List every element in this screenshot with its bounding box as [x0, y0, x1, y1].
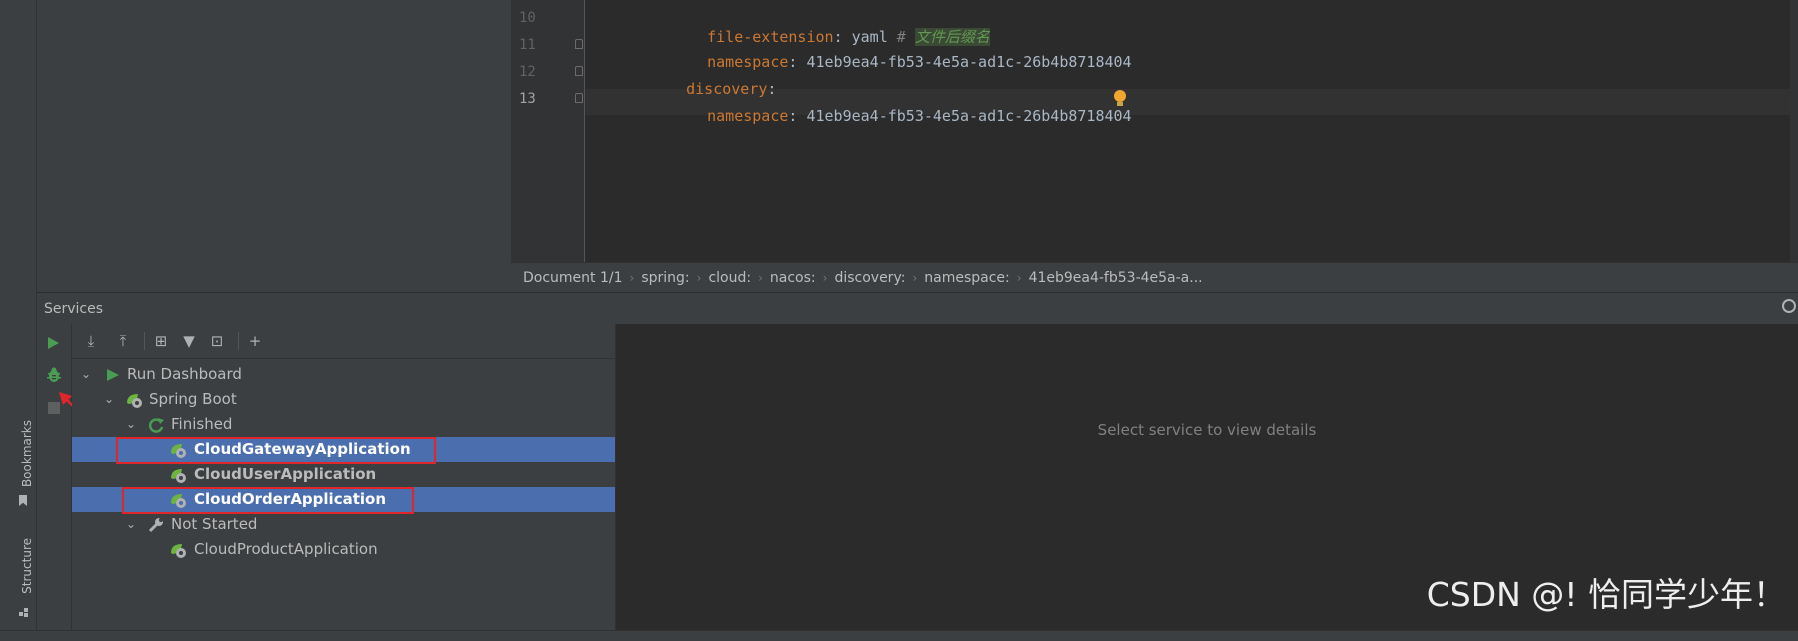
tree-item-not-started[interactable]: ⌄ Not Started — [72, 512, 615, 537]
editor-gutter: 10 11 12 13 — [511, 0, 585, 262]
editor-scrollbar[interactable] — [1790, 0, 1798, 262]
chevron-down-icon[interactable]: ⌄ — [103, 393, 115, 405]
services-tree-panel: ⤓ ⤒ ⊞ ▼ ⊡ + ⌄ Run Dashboard ⌄ Spring Boo… — [72, 324, 616, 630]
breadcrumb-item[interactable]: Document 1/1 — [511, 270, 630, 286]
breadcrumb: Document 1/1 › spring: › cloud: › nacos: › d… — [511, 262, 1798, 293]
breadcrumb-item[interactable]: discovery: — [827, 270, 912, 286]
tool-window-strip: Bookmarks Structure — [9, 0, 37, 640]
run-icon[interactable] — [48, 337, 59, 349]
tree-item-cloud-product[interactable]: CloudProductApplication — [72, 537, 615, 562]
tree-item-cloud-user[interactable]: CloudUserApplication — [72, 462, 615, 487]
line-number: 13 — [519, 91, 536, 107]
add-service-icon[interactable]: + — [246, 332, 264, 350]
structure-icon — [19, 608, 28, 617]
tree-item-spring-boot[interactable]: ⌄ Spring Boot — [72, 387, 615, 412]
annotation-highlight-box — [116, 437, 436, 464]
rerun-icon — [147, 416, 165, 434]
fold-marker-icon[interactable] — [575, 39, 583, 49]
breadcrumb-item[interactable]: namespace: — [917, 270, 1017, 286]
spring-boot-icon — [125, 391, 143, 409]
collapse-all-icon[interactable]: ⤒ — [114, 332, 132, 350]
watermark: CSDN @! 恰同学少年！ — [1426, 575, 1786, 614]
services-action-column — [37, 324, 102, 630]
debug-icon[interactable] — [46, 367, 62, 383]
structure-tab-label: Structure — [20, 538, 34, 594]
tree-item-label: CloudProductApplication — [194, 540, 378, 558]
chevron-down-icon[interactable]: ⌄ — [125, 518, 137, 530]
fold-marker-icon[interactable] — [575, 66, 583, 76]
services-toolbar: ⤓ ⤒ ⊞ ▼ ⊡ + — [72, 324, 615, 359]
code-editor[interactable]: 10 11 12 13 file-extension: yaml # 文件后缀名… — [511, 0, 1798, 262]
tree-item-run-dashboard[interactable]: ⌄ Run Dashboard — [72, 362, 615, 387]
bookmarks-tab[interactable]: Bookmarks — [20, 420, 34, 487]
breadcrumb-item[interactable]: spring: — [634, 270, 696, 286]
tree-item-label: CloudUserApplication — [194, 465, 377, 483]
wrench-icon — [147, 516, 165, 534]
chevron-down-icon[interactable]: ⌄ — [125, 418, 137, 430]
services-title: Services — [44, 301, 104, 317]
bookmarks-tab-label: Bookmarks — [20, 420, 34, 488]
structure-tab[interactable]: Structure — [20, 538, 34, 594]
breadcrumb-item[interactable]: nacos: — [763, 270, 823, 286]
code-line: namespace: 41eb9ea4-fb53-4e5a-ad1c-26b4b… — [707, 107, 1132, 125]
new-tab-icon[interactable]: ⊡ — [208, 332, 226, 350]
service-details-pane: Select service to view details CSDN @! 恰… — [616, 324, 1798, 630]
line-number: 10 — [519, 10, 536, 26]
group-by-icon[interactable]: ⊞ — [152, 332, 170, 350]
chevron-down-icon[interactable]: ⌄ — [80, 368, 92, 380]
tree-item-label: Spring Boot — [149, 390, 237, 408]
tree-item-finished[interactable]: ⌄ Finished — [72, 412, 615, 437]
annotation-highlight-box — [122, 487, 414, 514]
breadcrumb-item[interactable]: 41eb9ea4-fb53-4e5a-a... — [1022, 270, 1210, 286]
line-number: 11 — [519, 37, 536, 53]
tree-item-label: Not Started — [171, 515, 258, 533]
fold-marker-icon[interactable] — [575, 93, 583, 103]
tree-item-label: Finished — [171, 415, 233, 433]
empty-details-message: Select service to view details — [1097, 421, 1317, 439]
filter-icon[interactable]: ▼ — [180, 332, 198, 350]
expand-all-icon[interactable]: ⤓ — [82, 332, 100, 350]
project-panel — [37, 0, 511, 292]
services-header: Services — [37, 292, 1798, 325]
spring-boot-icon — [169, 466, 187, 484]
spring-boot-icon — [169, 541, 187, 559]
breadcrumb-item[interactable]: cloud: — [701, 270, 758, 286]
tree-item-label: Run Dashboard — [127, 365, 242, 383]
bottom-tool-bar — [0, 630, 1798, 641]
run-icon — [104, 366, 122, 384]
line-number: 12 — [519, 64, 536, 80]
bookmark-icon — [19, 495, 27, 506]
settings-icon[interactable] — [1782, 299, 1796, 313]
